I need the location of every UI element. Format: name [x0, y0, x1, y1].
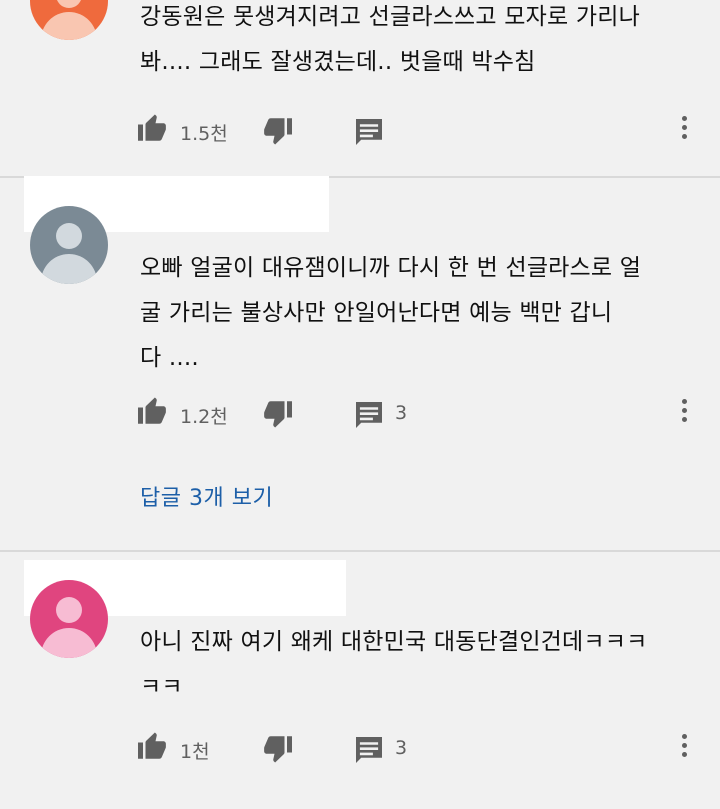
comment-actions: 1.5천 — [0, 110, 720, 150]
avatar[interactable] — [30, 580, 108, 658]
comment-text: 강동원은 못생겨지려고 선글라스쓰고 모자로 가리나 봐.... 그래도 잘생겼… — [140, 4, 640, 75]
avatar[interactable] — [30, 206, 108, 284]
thumbs-up-icon[interactable] — [138, 396, 168, 424]
divider — [0, 550, 720, 552]
thumbs-down-icon[interactable] — [262, 401, 292, 429]
more-vert-icon[interactable] — [680, 399, 690, 427]
thumbs-up-icon[interactable] — [138, 113, 168, 141]
comment-actions: 1천 3 — [0, 728, 720, 768]
like-count: 1천 — [180, 741, 210, 763]
reply-count: 3 — [395, 737, 408, 759]
like-count: 1.2천 — [180, 406, 228, 428]
comment-actions: 1.2천 3 — [0, 393, 720, 433]
more-vert-icon[interactable] — [680, 116, 690, 144]
comment-icon[interactable] — [356, 119, 382, 145]
comment-text: 오빠 얼굴이 대유잼이니까 다시 한 번 선글라스로 얼 굴 가리는 불상사만 … — [140, 255, 642, 371]
comment-text: 아니 진짜 여기 왜케 대한민국 대동단결인건데ㅋㅋㅋ ㅋㅋ — [140, 629, 648, 700]
comment-icon[interactable] — [356, 737, 382, 763]
thumbs-down-icon[interactable] — [262, 118, 292, 146]
reply-count: 3 — [395, 402, 408, 424]
more-vert-icon[interactable] — [680, 734, 690, 762]
thumbs-down-icon[interactable] — [262, 736, 292, 764]
thumbs-up-icon[interactable] — [138, 731, 168, 759]
view-replies-link[interactable]: 답글 3개 보기 — [140, 480, 273, 512]
like-count: 1.5천 — [180, 123, 228, 145]
avatar[interactable] — [30, 0, 108, 40]
comment-icon[interactable] — [356, 402, 382, 428]
